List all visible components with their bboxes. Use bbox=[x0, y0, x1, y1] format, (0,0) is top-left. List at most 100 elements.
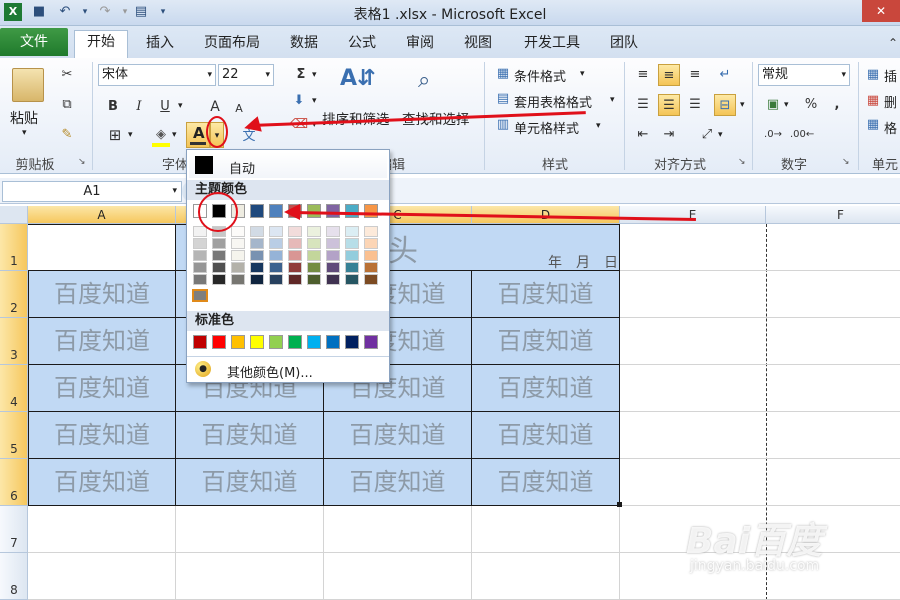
copy-icon[interactable]: ⧉ bbox=[56, 94, 78, 116]
conditional-format-button[interactable]: 条件格式 bbox=[514, 66, 566, 85]
chevron-down-icon[interactable]: ▾ bbox=[610, 95, 615, 105]
theme-tint-swatch[interactable] bbox=[269, 250, 283, 261]
cut-icon[interactable]: ✂ bbox=[56, 64, 78, 86]
theme-tint-swatch[interactable] bbox=[231, 262, 245, 273]
insert-cells-icon[interactable]: ▦ bbox=[862, 64, 884, 86]
table-cell[interactable]: 百度知道 bbox=[176, 459, 324, 506]
underline-dropdown-icon[interactable]: ▾ bbox=[178, 101, 183, 111]
format-cells-button[interactable]: 格 bbox=[884, 118, 897, 137]
theme-tint-swatch[interactable] bbox=[231, 226, 245, 237]
delete-cells-icon[interactable]: ▦ bbox=[862, 90, 884, 112]
merge-dropdown-icon[interactable]: ▾ bbox=[740, 100, 745, 110]
align-center-icon[interactable]: ☰ bbox=[658, 94, 680, 116]
standard-color-swatch[interactable] bbox=[231, 335, 245, 349]
merge-center-icon[interactable]: ⊟ bbox=[714, 94, 736, 116]
theme-tint-swatch[interactable] bbox=[193, 274, 207, 285]
theme-tint-swatch[interactable] bbox=[269, 226, 283, 237]
theme-tint-swatch[interactable] bbox=[250, 274, 264, 285]
column-header-f[interactable]: F bbox=[766, 206, 900, 224]
theme-tint-swatch[interactable] bbox=[288, 274, 302, 285]
theme-tint-swatch[interactable] bbox=[307, 238, 321, 249]
table-cell[interactable]: 百度知道 bbox=[176, 412, 324, 459]
align-bottom-icon[interactable]: ≡ bbox=[684, 64, 706, 86]
standard-color-swatch[interactable] bbox=[326, 335, 340, 349]
decrease-indent-icon[interactable]: ⇤ bbox=[632, 124, 654, 146]
align-middle-icon[interactable]: ≡ bbox=[658, 64, 680, 86]
table-cell[interactable]: 百度知道 bbox=[472, 365, 620, 412]
align-top-icon[interactable]: ≡ bbox=[632, 64, 654, 86]
borders-dropdown-icon[interactable]: ▾ bbox=[128, 130, 133, 140]
increase-indent-icon[interactable]: ⇥ bbox=[658, 124, 680, 146]
table-cell[interactable]: 百度知道 bbox=[28, 365, 176, 412]
theme-tint-swatch[interactable] bbox=[345, 226, 359, 237]
sort-filter-button[interactable]: 排序和筛选 bbox=[322, 108, 390, 128]
table-cell[interactable]: 百度知道 bbox=[28, 318, 176, 365]
tab-developer[interactable]: 开发工具 bbox=[514, 32, 590, 56]
format-painter-icon[interactable]: ✎ bbox=[56, 124, 78, 146]
row-header-4[interactable]: 4 bbox=[0, 365, 28, 412]
insert-cells-button[interactable]: 插 bbox=[884, 66, 897, 85]
tab-page-layout[interactable]: 页面布局 bbox=[196, 32, 268, 56]
row-header-1[interactable]: 1 bbox=[0, 224, 28, 271]
theme-tint-swatch[interactable] bbox=[193, 238, 207, 249]
theme-tint-swatch[interactable] bbox=[326, 226, 340, 237]
theme-tint-swatch[interactable] bbox=[345, 250, 359, 261]
standard-color-swatch[interactable] bbox=[345, 335, 359, 349]
theme-tint-swatch[interactable] bbox=[288, 238, 302, 249]
theme-tint-swatch[interactable] bbox=[326, 262, 340, 273]
tab-formulas[interactable]: 公式 bbox=[340, 32, 384, 56]
tab-insert[interactable]: 插入 bbox=[138, 32, 182, 56]
theme-tint-swatch[interactable] bbox=[288, 250, 302, 261]
column-header-a[interactable]: A bbox=[28, 206, 176, 224]
number-launcher-icon[interactable]: ↘ bbox=[842, 157, 850, 167]
cell-styles-button[interactable]: 单元格样式 bbox=[514, 118, 579, 137]
standard-color-swatch[interactable] bbox=[307, 335, 321, 349]
standard-color-swatch[interactable] bbox=[250, 335, 264, 349]
theme-tint-swatch[interactable] bbox=[364, 250, 378, 261]
theme-tint-swatch[interactable] bbox=[231, 250, 245, 261]
delete-cells-button[interactable]: 删 bbox=[884, 92, 897, 111]
table-cell[interactable]: 百度知道 bbox=[472, 271, 620, 318]
autosum-dropdown-icon[interactable]: ▾ bbox=[312, 70, 317, 80]
theme-tint-swatch[interactable] bbox=[345, 262, 359, 273]
table-cell[interactable]: 百度知道 bbox=[324, 459, 472, 506]
theme-tint-swatch[interactable] bbox=[288, 226, 302, 237]
paste-icon[interactable] bbox=[12, 68, 44, 102]
theme-tint-swatch[interactable] bbox=[250, 250, 264, 261]
theme-tint-swatch[interactable] bbox=[231, 274, 245, 285]
cell-a1[interactable] bbox=[28, 224, 176, 271]
row-header-2[interactable]: 2 bbox=[0, 271, 28, 318]
row-header-8[interactable]: 8 bbox=[0, 553, 28, 600]
align-left-icon[interactable]: ☰ bbox=[632, 94, 654, 116]
theme-tint-swatch[interactable] bbox=[364, 226, 378, 237]
currency-dropdown-icon[interactable]: ▾ bbox=[784, 100, 789, 110]
theme-tint-swatch[interactable] bbox=[307, 226, 321, 237]
underline-button[interactable]: U bbox=[154, 96, 176, 118]
theme-tint-swatch[interactable] bbox=[364, 238, 378, 249]
row-header-6[interactable]: 6 bbox=[0, 459, 28, 506]
tab-file[interactable]: 文件 bbox=[0, 28, 68, 56]
theme-color-swatch[interactable] bbox=[364, 204, 378, 218]
standard-color-swatch[interactable] bbox=[212, 335, 226, 349]
number-format-combo[interactable]: 常规 ▾ bbox=[758, 64, 850, 86]
format-as-table-button[interactable]: 套用表格格式 bbox=[514, 92, 592, 111]
theme-tint-swatch[interactable] bbox=[364, 274, 378, 285]
table-cell[interactable]: 百度知道 bbox=[28, 459, 176, 506]
selected-tint-swatch[interactable] bbox=[192, 289, 208, 302]
row-header-5[interactable]: 5 bbox=[0, 412, 28, 459]
standard-color-swatch[interactable] bbox=[193, 335, 207, 349]
row-header-7[interactable]: 7 bbox=[0, 506, 28, 553]
bold-button[interactable]: B bbox=[102, 96, 124, 118]
fill-icon[interactable]: ⬇ bbox=[288, 90, 310, 112]
tab-team[interactable]: 团队 bbox=[602, 32, 646, 56]
theme-tint-swatch[interactable] bbox=[364, 262, 378, 273]
table-cell[interactable]: 百度知道 bbox=[472, 318, 620, 365]
minimize-ribbon-icon[interactable]: ⌃ bbox=[888, 36, 898, 50]
increase-decimal-icon[interactable]: .0→ bbox=[762, 124, 784, 146]
auto-color-item[interactable]: 自动 bbox=[189, 152, 387, 178]
theme-tint-swatch[interactable] bbox=[250, 238, 264, 249]
theme-tint-swatch[interactable] bbox=[307, 250, 321, 261]
clipboard-launcher-icon[interactable]: ↘ bbox=[78, 157, 86, 167]
fill-color-dropdown-icon[interactable]: ▾ bbox=[172, 130, 177, 140]
conditional-format-icon[interactable]: ▦ bbox=[492, 63, 514, 85]
